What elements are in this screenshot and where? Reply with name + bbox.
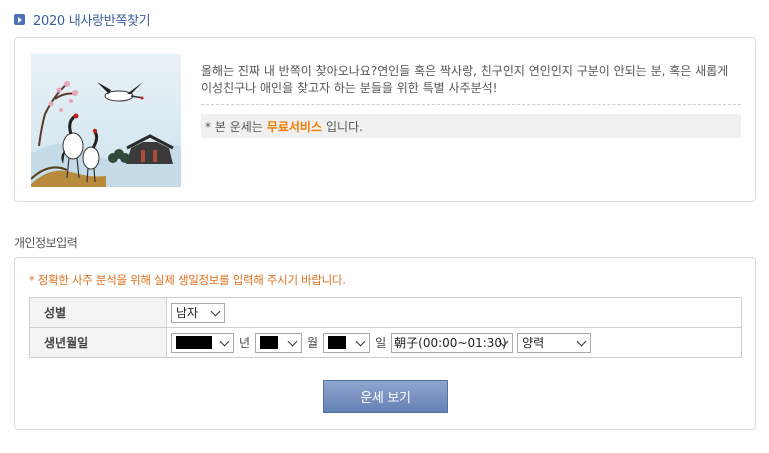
birth-row: 생년월일 년 월 일 朝子(00:00~01:30) 양력 — [29, 327, 742, 358]
hour-select[interactable]: 朝子(00:00~01:30) — [391, 332, 514, 353]
note-prefix: * 본 운세는 — [205, 119, 263, 134]
month-value-redacted — [260, 336, 279, 349]
page-title: 2020 내사랑반쪽찾기 — [33, 14, 151, 29]
year-value-redacted — [176, 336, 212, 349]
gender-row: 성별 남자 — [29, 297, 742, 328]
calendar-value: 양력 — [522, 336, 545, 350]
divider — [201, 104, 741, 105]
submit-button[interactable]: 운세 보기 — [323, 380, 448, 413]
chevron-down-icon — [219, 336, 230, 346]
chevron-down-icon — [576, 336, 587, 346]
note-suffix: 입니다. — [326, 119, 363, 134]
chevron-down-icon — [355, 336, 366, 346]
year-select[interactable] — [171, 332, 234, 353]
birth-label: 생년월일 — [29, 327, 167, 358]
day-value-redacted — [328, 336, 347, 349]
note-highlight: 무료서비스 — [266, 119, 322, 134]
year-unit: 년 — [239, 336, 251, 350]
personal-info-form: * 정확한 사주 분석을 위해 실제 생일정보를 입력해 주시기 바랍니다. 성… — [14, 257, 756, 430]
chevron-down-icon — [210, 306, 221, 316]
free-service-note: * 본 운세는 무료서비스 입니다. — [201, 114, 741, 138]
month-unit: 월 — [307, 336, 319, 350]
gender-select[interactable]: 남자 — [171, 302, 225, 323]
gender-label: 성별 — [29, 297, 167, 328]
crane-illustration — [31, 54, 181, 187]
form-warning: * 정확한 사주 분석을 위해 실제 생일정보를 입력해 주시기 바랍니다. — [29, 273, 346, 287]
play-icon — [14, 14, 25, 25]
birth-cell: 년 월 일 朝子(00:00~01:30) 양력 — [166, 327, 742, 358]
intro-box: 올해는 진짜 내 반쪽이 찾아오나요?연인들 혹은 짝사랑, 친구인지 연인인지… — [14, 37, 756, 202]
intro-text: 올해는 진짜 내 반쪽이 찾아오나요?연인들 혹은 짝사랑, 친구인지 연인인지… — [201, 64, 729, 95]
day-unit: 일 — [375, 336, 387, 350]
section-title: 개인정보입력 — [14, 236, 78, 250]
month-select[interactable] — [255, 332, 303, 353]
gender-value: 남자 — [176, 306, 199, 320]
hour-value: 朝子(00:00~01:30) — [394, 336, 507, 350]
page-header: 2020 내사랑반쪽찾기 — [14, 10, 151, 29]
day-select[interactable] — [323, 332, 371, 353]
calendar-type-select[interactable]: 양력 — [517, 332, 592, 353]
chevron-down-icon — [287, 336, 298, 346]
info-table: 성별 남자 생년월일 년 월 일 朝子(00:00~01:30) 양력 — [29, 297, 742, 358]
gender-cell: 남자 — [166, 297, 742, 328]
